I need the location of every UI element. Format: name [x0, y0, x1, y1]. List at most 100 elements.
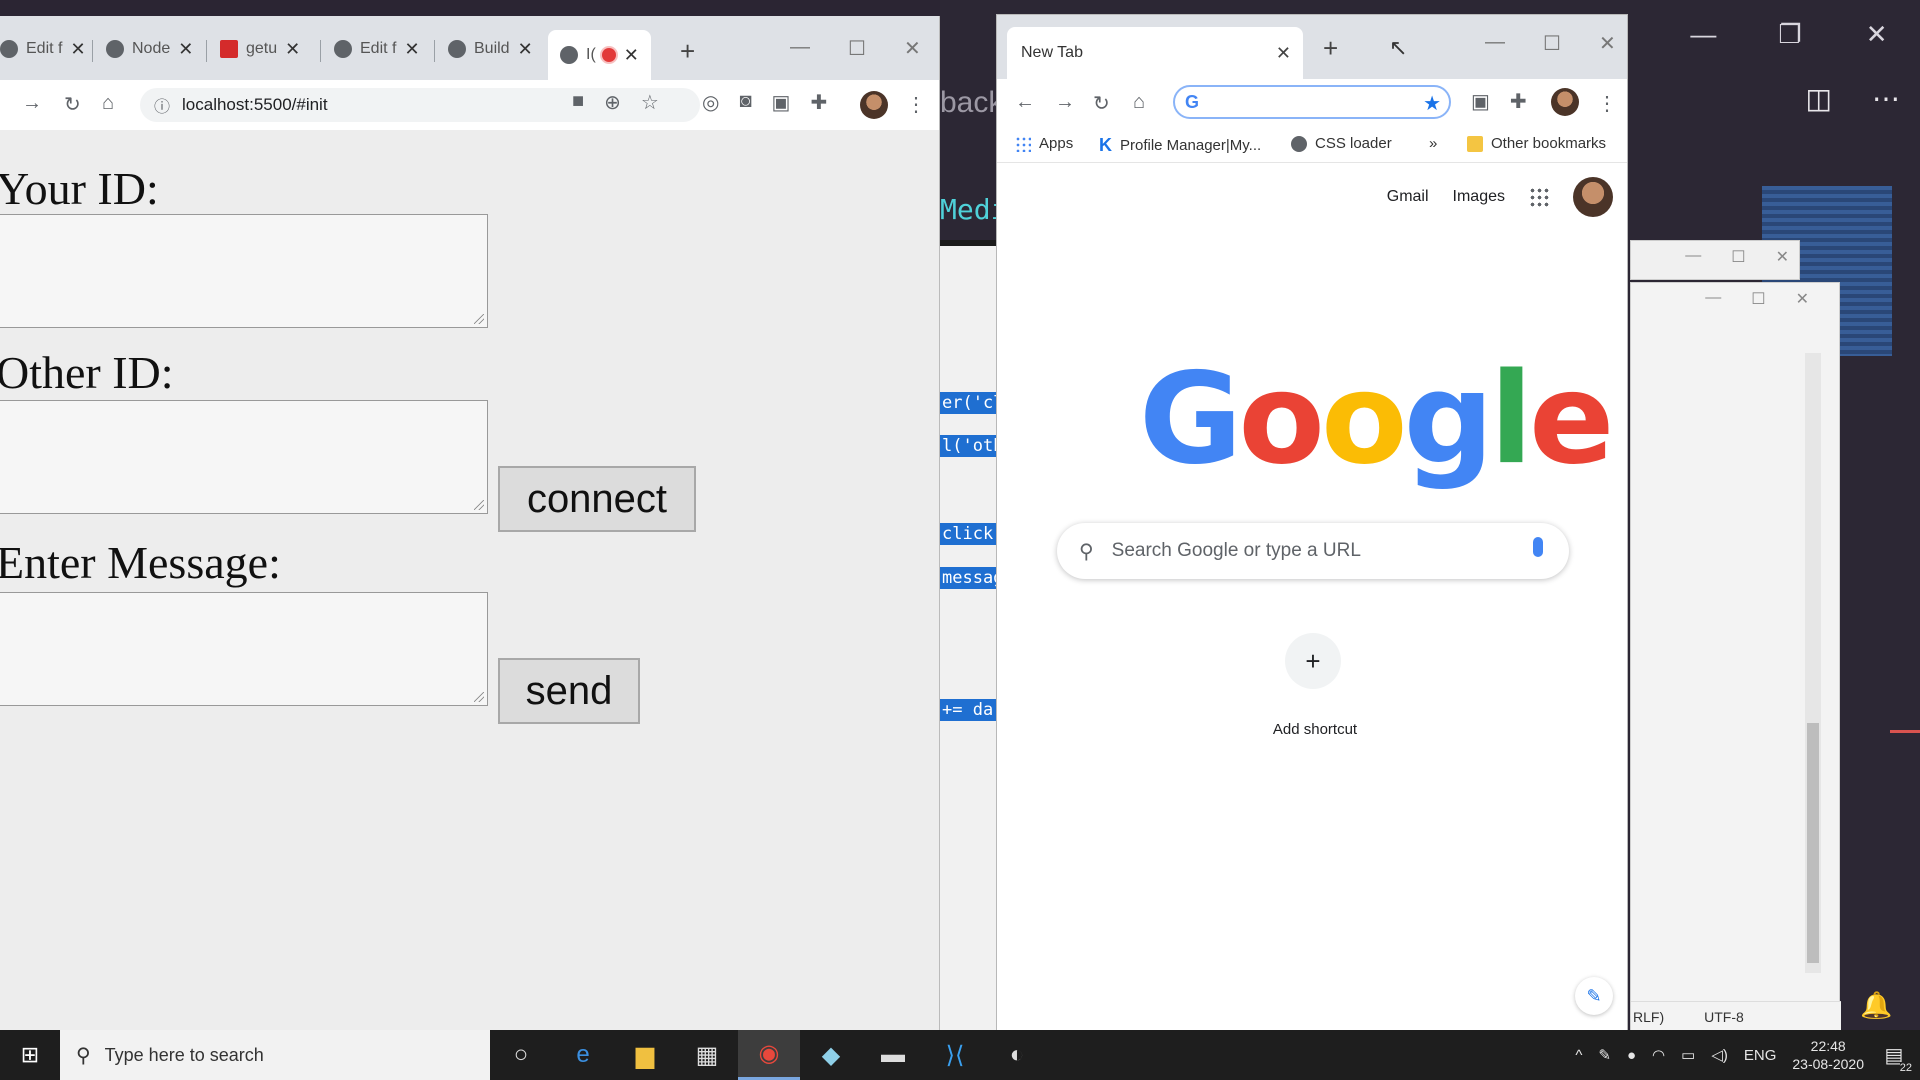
edge-icon[interactable]: e: [552, 1030, 614, 1080]
split-view-icon[interactable]: ◫: [1806, 82, 1832, 115]
language-indicator[interactable]: ENG: [1744, 1047, 1777, 1064]
customize-pencil-icon[interactable]: ✎: [1575, 977, 1613, 1015]
zoom-icon[interactable]: ⊕: [604, 90, 621, 115]
tab-new-tab[interactable]: New Tab ✕: [1007, 27, 1303, 79]
notification-center-icon[interactable]: ▤ 22: [1880, 1043, 1912, 1074]
info-icon[interactable]: ⓘ: [154, 93, 170, 117]
home-icon[interactable]: ⌂: [1133, 91, 1145, 114]
chevron-up-icon[interactable]: ^: [1575, 1047, 1582, 1064]
tab-getu[interactable]: getu ✕: [220, 32, 300, 66]
taskbar-search[interactable]: ⚲ Type here to search: [60, 1030, 490, 1080]
wifi-icon[interactable]: ◠: [1652, 1046, 1665, 1064]
message-input[interactable]: [0, 592, 488, 706]
maximize-icon[interactable]: ☐: [848, 36, 866, 61]
more-icon[interactable]: ⋯: [1872, 82, 1900, 115]
add-shortcut[interactable]: + Add shortcut: [1273, 633, 1357, 738]
your-id-input[interactable]: [0, 214, 488, 328]
screenshot-extension-icon[interactable]: ◙: [739, 90, 751, 115]
kebab-menu-icon[interactable]: ⋮: [906, 92, 926, 117]
home-icon[interactable]: ⌂: [102, 92, 114, 115]
app-icon[interactable]: ◆: [800, 1030, 862, 1080]
tab-active[interactable]: I( ✕: [548, 30, 651, 80]
images-link[interactable]: Images: [1453, 188, 1505, 206]
close-icon[interactable]: ✕: [624, 45, 639, 66]
close-icon[interactable]: ✕: [518, 39, 533, 60]
bookmark-profile-manager[interactable]: K Profile Manager|My...: [1099, 135, 1261, 156]
tab-edit-1[interactable]: Edit f ✕: [0, 32, 86, 66]
close-icon[interactable]: ✕: [1776, 247, 1789, 267]
close-icon[interactable]: ✕: [904, 36, 921, 61]
gmail-link[interactable]: Gmail: [1387, 188, 1429, 206]
close-icon[interactable]: ✕: [178, 39, 193, 60]
kebab-menu-icon[interactable]: ⋮: [1597, 91, 1617, 116]
vscode-icon[interactable]: ⟩⟨: [924, 1030, 986, 1080]
close-icon[interactable]: ✕: [1796, 289, 1809, 309]
close-icon[interactable]: ✕: [1276, 43, 1291, 64]
google-apps-icon[interactable]: [1529, 187, 1549, 207]
minimize-icon[interactable]: —: [1673, 19, 1733, 50]
bell-icon[interactable]: 🔔: [1860, 990, 1892, 1021]
bookmark-other[interactable]: Other bookmarks: [1467, 135, 1606, 152]
connect-button[interactable]: connect: [498, 466, 696, 532]
other-id-input[interactable]: [0, 400, 488, 514]
extension-icon[interactable]: ◎: [702, 90, 719, 115]
task-view-icon[interactable]: ○: [490, 1030, 552, 1080]
bookmark-apps[interactable]: Apps: [1015, 135, 1073, 152]
tab-edit-2[interactable]: Edit f ✕: [334, 32, 420, 66]
bookmark-css-loader[interactable]: CSS loader: [1291, 135, 1392, 152]
minimize-icon[interactable]: —: [790, 36, 810, 61]
extension-icon[interactable]: ▣: [772, 90, 791, 115]
new-tab-button[interactable]: +: [680, 36, 695, 67]
forward-icon[interactable]: →: [1055, 91, 1075, 114]
windows-start-icon[interactable]: ⊞: [0, 1030, 60, 1080]
file-explorer-icon[interactable]: ▆: [614, 1030, 676, 1080]
camera-icon[interactable]: ■: [572, 90, 584, 115]
restore-icon[interactable]: ❐: [1760, 19, 1820, 50]
puzzle-icon[interactable]: ✚: [810, 90, 827, 115]
bookmarks-overflow-button[interactable]: »: [1429, 135, 1437, 152]
puzzle-icon[interactable]: ✚: [1510, 89, 1527, 114]
battery-icon[interactable]: ▭: [1681, 1046, 1695, 1064]
avatar[interactable]: [1551, 88, 1579, 116]
tab-node[interactable]: Node ✕: [106, 32, 193, 66]
pen-icon[interactable]: ✎: [1598, 1046, 1611, 1064]
tab-build[interactable]: Build ✕: [448, 32, 533, 66]
new-tab-button[interactable]: +: [1323, 33, 1338, 64]
microphone-icon[interactable]: [1533, 537, 1543, 557]
google-search-box[interactable]: ⚲ Search Google or type a URL: [1057, 523, 1569, 579]
reload-icon[interactable]: ↻: [1093, 91, 1110, 116]
close-icon[interactable]: ✕: [404, 39, 419, 60]
terminal-icon[interactable]: ▬: [862, 1030, 924, 1080]
maximize-icon[interactable]: ☐: [1543, 31, 1561, 56]
close-icon[interactable]: ✕: [70, 39, 85, 60]
scrollbar-thumb[interactable]: [1807, 723, 1819, 963]
close-icon[interactable]: ✕: [1847, 19, 1907, 50]
close-icon[interactable]: ✕: [1599, 31, 1616, 56]
address-bar[interactable]: G ★: [1173, 85, 1451, 119]
back-icon[interactable]: ←: [1015, 91, 1035, 114]
plus-icon[interactable]: +: [1285, 633, 1341, 689]
reload-icon[interactable]: ↻: [64, 92, 81, 117]
encoding-status[interactable]: UTF-8: [1704, 1009, 1744, 1025]
maximize-icon[interactable]: ☐: [1731, 247, 1745, 267]
vertical-scrollbar[interactable]: [1805, 353, 1821, 973]
chrome-icon[interactable]: ◉: [738, 1030, 800, 1080]
clock[interactable]: 22:48 23-08-2020: [1792, 1037, 1864, 1073]
minimize-icon[interactable]: —: [1485, 31, 1505, 56]
line-ending-status[interactable]: RLF): [1633, 1009, 1664, 1025]
minimize-icon[interactable]: —: [1705, 289, 1721, 309]
bookmark-star-icon[interactable]: ★: [1423, 91, 1441, 116]
maximize-icon[interactable]: ☐: [1751, 289, 1765, 309]
obs-icon[interactable]: ◐: [986, 1030, 1048, 1080]
extension-icon[interactable]: ▣: [1471, 89, 1490, 114]
avatar[interactable]: [860, 91, 888, 119]
volume-icon[interactable]: ◁): [1711, 1046, 1728, 1064]
microphone-icon[interactable]: ●: [1627, 1047, 1636, 1064]
forward-icon[interactable]: →: [22, 92, 42, 115]
minimize-icon[interactable]: —: [1685, 247, 1701, 267]
close-icon[interactable]: ✕: [285, 39, 300, 60]
bookmark-star-icon[interactable]: ☆: [641, 90, 659, 115]
avatar[interactable]: [1573, 177, 1613, 217]
store-icon[interactable]: ▦: [676, 1030, 738, 1080]
send-button[interactable]: send: [498, 658, 640, 724]
